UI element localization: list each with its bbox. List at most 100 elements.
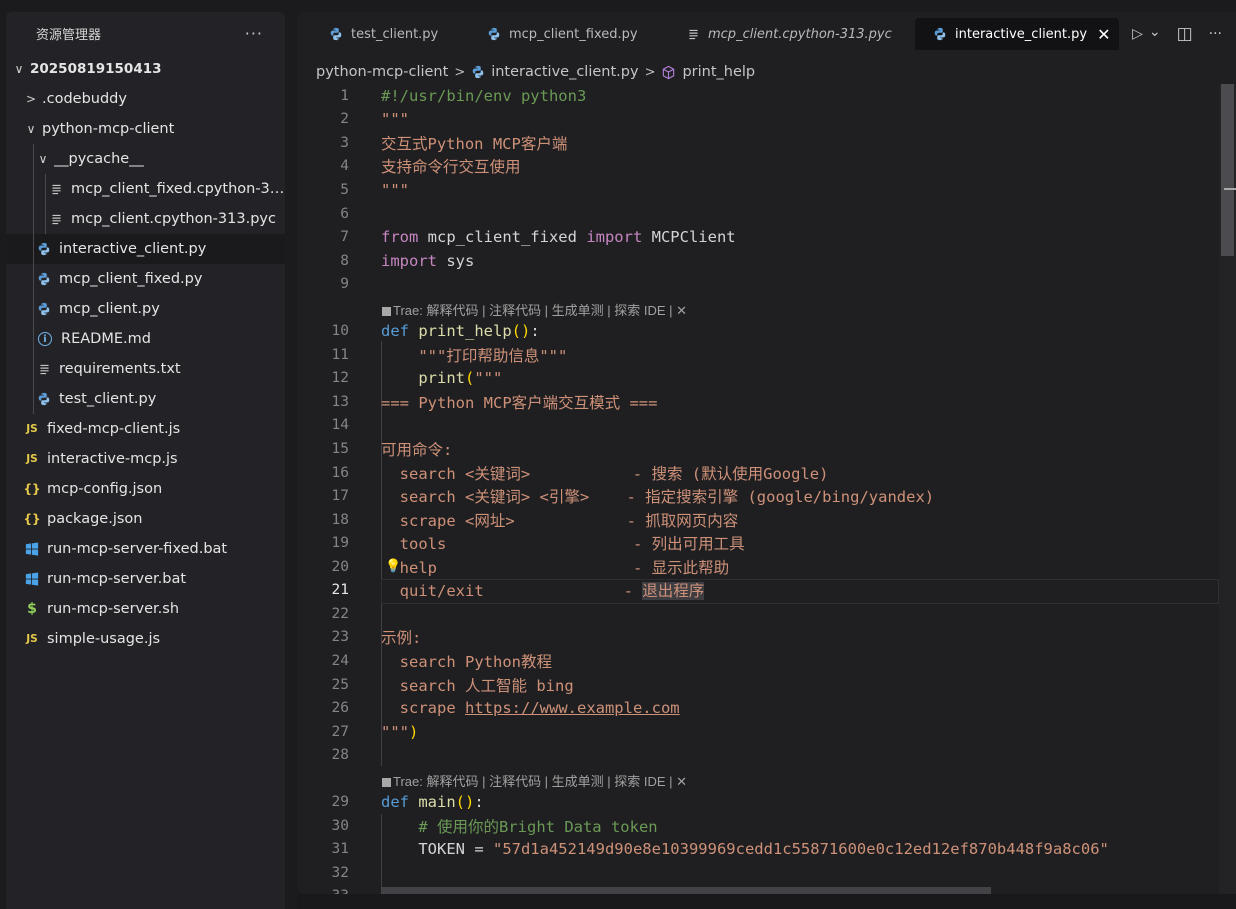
code-text: print(""" bbox=[381, 369, 502, 387]
chevron-down-icon[interactable]: ∨ bbox=[12, 62, 26, 76]
breadcrumb-symbol[interactable]: print_help bbox=[682, 64, 755, 80]
code-line: 20 💡 help - 显示此帮助 bbox=[297, 555, 1219, 579]
run-icon[interactable]: ▷ bbox=[1132, 26, 1143, 42]
tree-item[interactable]: ∨ python-mcp-client bbox=[6, 114, 285, 144]
tree-item[interactable]: requirements.txt bbox=[6, 354, 285, 384]
code-token: scrape <网址> - 抓取网页内容 bbox=[381, 511, 739, 530]
tree-item[interactable]: > .codebuddy bbox=[6, 84, 285, 114]
tree-item[interactable]: run-mcp-server-fixed.bat bbox=[6, 534, 285, 564]
tree-item[interactable]: JS simple-usage.js bbox=[6, 624, 285, 654]
line-number: 26 bbox=[331, 700, 349, 717]
editor-panel: test_client.py mcp_client_fixed.py mcp_cli… bbox=[297, 12, 1236, 894]
code-line: 10 def print_help(): bbox=[297, 320, 1219, 344]
code-token: search Python教程 bbox=[381, 652, 552, 671]
tree-item[interactable]: mcp_client_fixed.cpython-31... bbox=[6, 174, 285, 204]
breadcrumb-folder[interactable]: python-mcp-client bbox=[316, 64, 448, 80]
tree-item[interactable]: mcp_client.cpython-313.pyc bbox=[6, 204, 285, 234]
chevron-down-icon[interactable]: ∨ bbox=[24, 122, 38, 136]
run-menu-chevron-icon[interactable]: ⌄ bbox=[1149, 24, 1161, 40]
code-text: 示例: bbox=[381, 626, 421, 648]
tree-item[interactable]: {} mcp-config.json bbox=[6, 474, 285, 504]
line-number: 4 bbox=[340, 158, 349, 175]
text-file-icon bbox=[48, 211, 64, 227]
tab-label: mcp_client_fixed.py bbox=[509, 26, 638, 42]
tree-item[interactable]: ∨ 20250819150413 bbox=[6, 54, 285, 84]
code-text: search Python教程 bbox=[381, 650, 552, 672]
code-line: 21 quit/exit - 退出程序 bbox=[297, 579, 1219, 603]
tree-item[interactable]: mcp_client_fixed.py bbox=[6, 264, 285, 294]
tree-item[interactable]: JS interactive-mcp.js bbox=[6, 444, 285, 474]
windows-icon bbox=[24, 571, 40, 587]
code-lens-text[interactable]: Trae: 解释代码 | 注释代码 | 生成单测 | 探索 IDE | ✕ bbox=[393, 303, 687, 318]
tree-item-label: simple-usage.js bbox=[47, 631, 161, 647]
cube-symbol-icon bbox=[661, 65, 676, 80]
line-number: 27 bbox=[331, 723, 349, 740]
line-number: 18 bbox=[331, 511, 349, 528]
tree-indent-guide bbox=[45, 174, 46, 204]
explorer-header: 资源管理器 ··· bbox=[6, 12, 285, 54]
code-text: """打印帮助信息""" bbox=[381, 344, 567, 366]
code-line: 24 search Python教程 bbox=[297, 649, 1219, 673]
more-actions-icon[interactable]: ··· bbox=[1209, 26, 1222, 42]
close-icon[interactable]: ✕ bbox=[1097, 25, 1110, 44]
tree-item[interactable]: test_client.py bbox=[6, 384, 285, 414]
code-editor[interactable]: 1 #!/usr/bin/env python3 2 """ 3 交互式Python MC… bbox=[297, 84, 1219, 894]
tree-item-label: mcp-config.json bbox=[47, 481, 163, 497]
split-editor-icon[interactable]: ◫ bbox=[1177, 24, 1193, 44]
code-lens-text[interactable]: Trae: 解释代码 | 注释代码 | 生成单测 | 探索 IDE | ✕ bbox=[393, 774, 687, 789]
tree-item[interactable]: ∨ __pycache__ bbox=[6, 144, 285, 174]
tree-item[interactable]: i README.md bbox=[6, 324, 285, 354]
tree-item[interactable]: {} package.json bbox=[6, 504, 285, 534]
code-line: 26 scrape https://www.example.com bbox=[297, 696, 1219, 720]
tab-label: interactive_client.py bbox=[955, 26, 1088, 42]
code-token: sys bbox=[437, 251, 475, 270]
code-text: """ bbox=[381, 181, 409, 199]
code-token: 可用命令: bbox=[381, 441, 453, 460]
code-text: """) bbox=[381, 723, 418, 741]
tab-mcp-client-fixed-py[interactable]: mcp_client_fixed.py bbox=[487, 18, 638, 50]
code-token: print_help bbox=[418, 322, 512, 341]
tree-item[interactable]: interactive_client.py bbox=[6, 234, 285, 264]
tree-item-label: test_client.py bbox=[59, 391, 157, 407]
tab-test-client-py[interactable]: test_client.py bbox=[329, 18, 438, 50]
code-text: === Python MCP客户端交互模式 === bbox=[381, 391, 657, 413]
code-text: search 人工智能 bing bbox=[381, 674, 574, 696]
tree-indent-guide bbox=[33, 234, 34, 264]
chevron-right-icon[interactable]: > bbox=[24, 92, 38, 106]
code-line: 8 import sys bbox=[297, 249, 1219, 273]
tree-item[interactable]: run-mcp-server.bat bbox=[6, 564, 285, 594]
line-number: 11 bbox=[331, 346, 349, 363]
python-icon bbox=[329, 27, 343, 41]
tree-item[interactable]: mcp_client.py bbox=[6, 294, 285, 324]
code-token: print bbox=[418, 369, 465, 388]
code-text: scrape https://www.example.com bbox=[381, 699, 680, 717]
tab-mcp-client-cpython-313-pyc[interactable]: mcp_client.cpython-313.pyc bbox=[687, 18, 892, 50]
scrollbar-thumb[interactable] bbox=[1221, 84, 1234, 256]
horizontal-scrollbar[interactable] bbox=[381, 887, 991, 894]
code-text: def main(): bbox=[381, 793, 484, 811]
tree-item[interactable]: JS fixed-mcp-client.js bbox=[6, 414, 285, 444]
code-text: 可用命令: bbox=[381, 438, 452, 460]
code-text: scrape <网址> - 抓取网页内容 bbox=[381, 509, 739, 531]
vertical-scrollbar[interactable] bbox=[1219, 84, 1236, 894]
code-token: search <关键词> <引擎> - 指定搜索引擎 (google/bing/… bbox=[381, 488, 935, 507]
explorer-sidebar: 资源管理器 ··· ∨ 20250819150413 > .codebuddy ∨ pyt… bbox=[6, 12, 285, 909]
code-line: 15 可用命令: bbox=[297, 437, 1219, 461]
line-number: 7 bbox=[340, 229, 349, 246]
code-text: search <关键词> <引擎> - 指定搜索引擎 (google/bing/… bbox=[381, 485, 934, 507]
tab-interactive-client-py[interactable]: interactive_client.py ✕ bbox=[915, 18, 1119, 50]
explorer-title: 资源管理器 bbox=[36, 27, 102, 43]
tree-item-label: README.md bbox=[61, 331, 151, 347]
breadcrumb-file[interactable]: interactive_client.py bbox=[491, 64, 638, 80]
code-lens[interactable]: Trae: 解释代码 | 注释代码 | 生成单测 | 探索 IDE | ✕ bbox=[382, 771, 687, 790]
explorer-more-icon[interactable]: ··· bbox=[245, 24, 263, 43]
code-line: 27 """) bbox=[297, 720, 1219, 744]
javascript-icon: JS bbox=[26, 633, 38, 645]
tree-item[interactable]: $ run-mcp-server.sh bbox=[6, 594, 285, 624]
line-number: 16 bbox=[331, 464, 349, 481]
code-token: scrape bbox=[381, 699, 465, 718]
code-lens[interactable]: Trae: 解释代码 | 注释代码 | 生成单测 | 探索 IDE | ✕ bbox=[382, 300, 687, 319]
chevron-down-icon[interactable]: ∨ bbox=[36, 152, 50, 166]
